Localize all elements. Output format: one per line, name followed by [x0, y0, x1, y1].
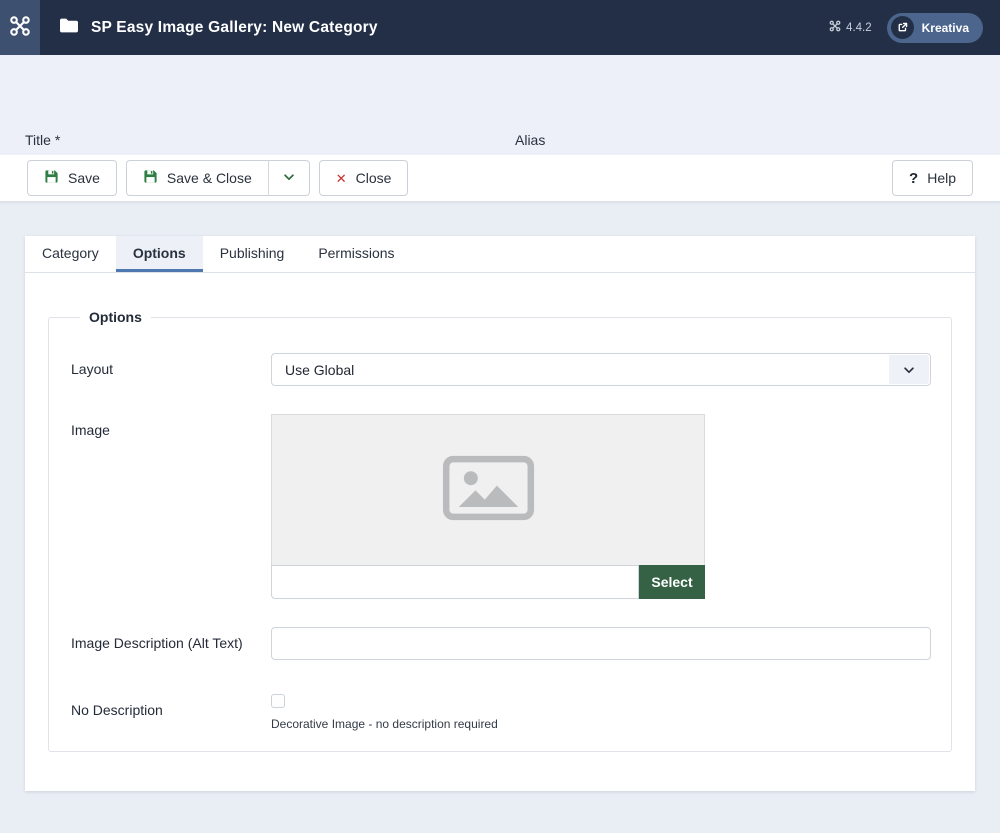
title-field-label: Title * — [25, 132, 60, 148]
joomla-version-icon — [829, 20, 841, 35]
image-field-label: Image — [71, 414, 271, 599]
floppy-disk-icon — [143, 169, 158, 187]
image-description-field-row: Image Description (Alt Text) — [49, 627, 931, 660]
options-tab-panel: Options Layout Use Global — [25, 273, 975, 752]
image-select-button[interactable]: Select — [639, 565, 705, 599]
page-content: Category Options Publishing Permissions … — [0, 236, 1000, 833]
options-fieldset: Options Layout Use Global — [48, 309, 952, 752]
user-account-button[interactable]: Kreativa — [887, 13, 983, 43]
question-mark-icon: ? — [909, 171, 918, 186]
save-options-dropdown-toggle[interactable] — [268, 160, 310, 196]
layout-select-value: Use Global — [285, 362, 354, 378]
help-button[interactable]: ? Help — [892, 160, 973, 196]
image-description-input[interactable] — [271, 627, 931, 660]
image-preview-area — [271, 414, 705, 566]
close-button-label: Close — [356, 170, 392, 186]
alias-field-label: Alias — [515, 132, 545, 148]
layout-field-row: Layout Use Global — [49, 353, 931, 386]
external-link-icon — [891, 16, 914, 39]
toolbar-right-group: ? Help — [892, 160, 973, 196]
tab-category[interactable]: Category — [25, 236, 116, 272]
image-picker-widget: Select — [271, 414, 705, 599]
no-description-hint: Decorative Image - no description requir… — [271, 717, 931, 731]
chevron-down-icon — [889, 355, 929, 384]
save-close-button-label: Save & Close — [167, 170, 252, 186]
category-form-card: Category Options Publishing Permissions … — [25, 236, 975, 791]
version-text: 4.4.2 — [846, 22, 872, 34]
image-field-row: Image — [49, 414, 931, 599]
form-meta-strip: Title * Alias — [0, 55, 1000, 155]
save-close-button[interactable]: Save & Close — [126, 160, 268, 196]
floppy-disk-icon — [44, 169, 59, 187]
tab-publishing[interactable]: Publishing — [203, 236, 302, 272]
top-bar: SP Easy Image Gallery: New Category 4.4.… — [0, 0, 1000, 55]
image-placeholder-icon — [442, 455, 535, 526]
image-path-input[interactable] — [271, 565, 639, 599]
no-description-field-row: No Description Decorative Image - no des… — [49, 694, 931, 731]
layout-select[interactable]: Use Global — [271, 353, 931, 386]
image-path-bar: Select — [271, 565, 705, 599]
tab-permissions[interactable]: Permissions — [301, 236, 411, 272]
page-title: SP Easy Image Gallery: New Category — [59, 17, 378, 39]
close-button[interactable]: ✕ Close — [319, 160, 409, 196]
folder-icon — [59, 17, 79, 39]
form-tab-bar: Category Options Publishing Permissions — [25, 236, 975, 273]
image-description-field-label: Image Description (Alt Text) — [71, 627, 271, 660]
version-indicator: 4.4.2 — [829, 20, 872, 35]
user-account-label: Kreativa — [922, 21, 969, 35]
save-close-button-group: Save & Close — [126, 160, 310, 196]
save-button[interactable]: Save — [27, 160, 117, 196]
joomla-logo-icon — [9, 15, 31, 40]
top-bar-right: 4.4.2 Kreativa — [829, 13, 1000, 43]
close-icon: ✕ — [336, 172, 347, 185]
layout-field-label: Layout — [71, 353, 271, 386]
page-title-text: SP Easy Image Gallery: New Category — [91, 19, 378, 37]
action-toolbar: Save Save & Close — [0, 155, 1000, 202]
no-description-field-label: No Description — [71, 694, 271, 731]
save-button-label: Save — [68, 170, 100, 186]
options-fieldset-legend: Options — [80, 309, 151, 325]
help-button-label: Help — [927, 170, 956, 186]
joomla-menu-button[interactable] — [0, 0, 40, 55]
chevron-down-icon — [282, 170, 296, 187]
toolbar-left-group: Save Save & Close — [27, 160, 408, 196]
no-description-checkbox[interactable] — [271, 694, 285, 708]
tab-options[interactable]: Options — [116, 236, 203, 272]
